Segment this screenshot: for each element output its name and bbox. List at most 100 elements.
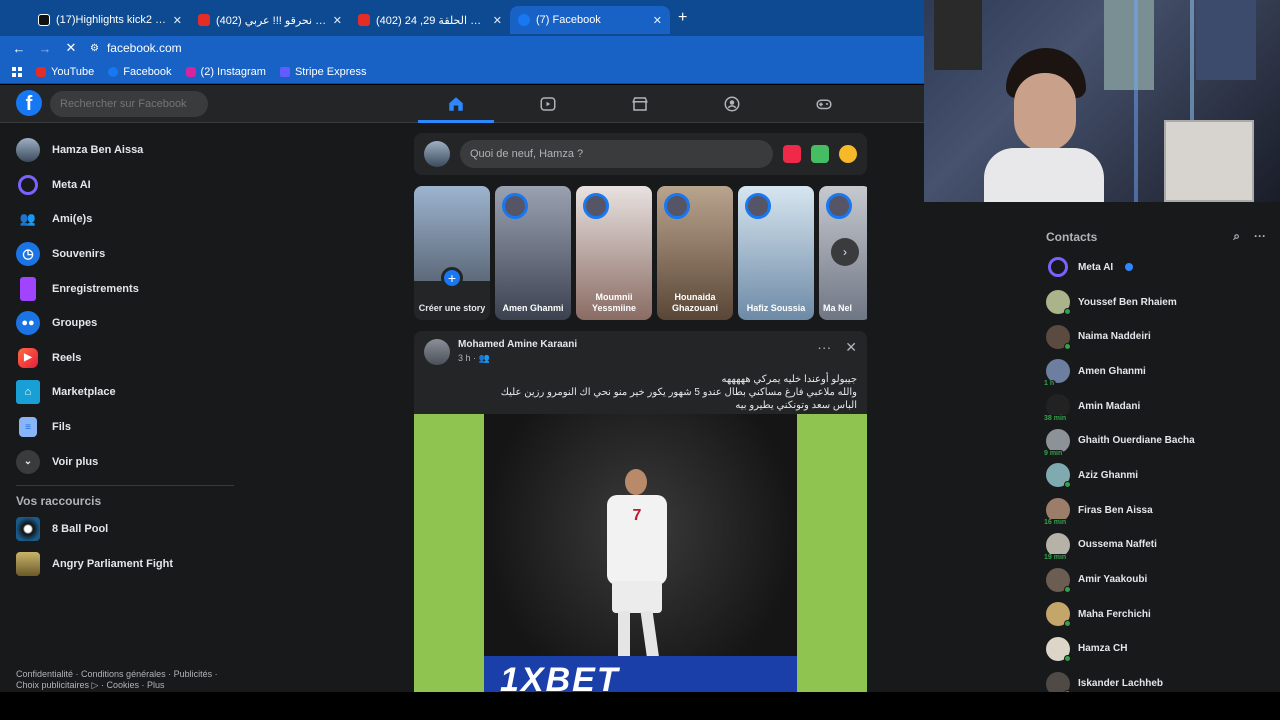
- search-input[interactable]: [60, 98, 200, 110]
- footer-links[interactable]: Confidentialité · Conditions générales ·…: [16, 669, 226, 691]
- player-number: 7: [632, 507, 642, 524]
- sidebar-item-reels[interactable]: ▶ Reels: [10, 341, 240, 376]
- close-icon[interactable]: ✕: [845, 339, 857, 356]
- contact-item[interactable]: Aziz Ghanmi: [1046, 458, 1276, 493]
- contact-item[interactable]: Naima Naddeiri: [1046, 319, 1276, 354]
- contact-item[interactable]: 9 min Ghaith Ouerdiane Bacha: [1042, 423, 1276, 458]
- avatar: [1046, 602, 1071, 628]
- contact-item[interactable]: 19 min Oussema Naffeti: [1042, 528, 1276, 563]
- browser-tab-3[interactable]: (402) عندي منقلك الحلقة 29, 24 ✕: [350, 6, 510, 34]
- post-author[interactable]: Mohamed Amine Karaani: [458, 339, 577, 350]
- sidebar-item-friends[interactable]: 👥 Ami(e)s: [10, 202, 240, 237]
- contact-item[interactable]: 1 h Amen Ghanmi: [1042, 354, 1276, 389]
- story-card[interactable]: Hafiz Soussia: [738, 186, 814, 320]
- contact-item[interactable]: 38 min Amin Madani: [1042, 389, 1276, 424]
- story-name: Hounaida Ghazouani: [671, 292, 718, 313]
- avatar: [1046, 324, 1071, 350]
- video-icon: [540, 97, 556, 111]
- sidebar-item-saved[interactable]: Enregistrements: [10, 271, 240, 306]
- contact-item[interactable]: Hamza CH: [1046, 632, 1276, 667]
- meta-ai-icon: [18, 174, 38, 195]
- shortcut-angry-parliament[interactable]: Angry Parliament Fight: [10, 547, 240, 582]
- contact-name: Iskander Lachheb: [1078, 678, 1164, 690]
- contact-item[interactable]: 16 min Firas Ben Aissa: [1042, 493, 1276, 528]
- sidebar-item-meta-ai[interactable]: Meta AI: [10, 168, 240, 203]
- video-tab[interactable]: [502, 85, 594, 123]
- avatar: 16 min: [1042, 498, 1070, 527]
- search-box[interactable]: [50, 91, 208, 117]
- contacts-title: Contacts: [1046, 229, 1098, 244]
- contact-item[interactable]: Amir Yaakoubi: [1046, 562, 1276, 597]
- streamer-hoodie: [984, 148, 1104, 202]
- story-card[interactable]: Hounaida Ghazouani: [657, 186, 733, 320]
- photo-icon[interactable]: [811, 145, 829, 163]
- contact-item[interactable]: Meta AI: [1046, 250, 1276, 285]
- groups-tab[interactable]: [686, 85, 778, 123]
- bookmark-label: Facebook: [123, 65, 172, 78]
- sidebar-item-groups[interactable]: ●● Groupes: [10, 306, 240, 341]
- contact-item[interactable]: Maha Ferchichi: [1046, 597, 1276, 632]
- url-field[interactable]: ⚙ facebook.com: [90, 41, 182, 55]
- bookmark-instagram[interactable]: (2) Instagram: [185, 66, 266, 78]
- reload-icon[interactable]: ✕: [64, 40, 78, 56]
- apps-icon[interactable]: [12, 66, 22, 77]
- home-tab[interactable]: [410, 85, 502, 123]
- post-time-label: 3 h: [458, 353, 471, 363]
- post-text-line: والله ملاعبي فارغ مساكني بطال عندو 5 شهو…: [500, 387, 857, 398]
- story-card[interactable]: Amen Ghanmi: [495, 186, 571, 320]
- close-icon[interactable]: ✕: [333, 14, 342, 27]
- sidebar-item-profile[interactable]: Hamza Ben Aissa: [10, 133, 240, 168]
- sidebar-item-feeds[interactable]: ≡ Fils: [10, 410, 240, 445]
- live-video-icon[interactable]: [783, 145, 801, 163]
- more-options-icon[interactable]: ···: [817, 339, 831, 356]
- story-card[interactable]: Moumnii Yessmiine: [576, 186, 652, 320]
- avatar: [1046, 567, 1071, 593]
- bookmark-facebook[interactable]: Facebook: [108, 65, 172, 78]
- marketplace-tab[interactable]: [594, 85, 686, 123]
- browser-tab-4[interactable]: (7) Facebook ✕: [510, 6, 670, 34]
- back-icon[interactable]: ←: [12, 41, 26, 56]
- site-info-icon[interactable]: ⚙: [90, 43, 99, 54]
- online-status-icon: [1064, 481, 1071, 489]
- story-name: Hafiz Soussia: [746, 303, 806, 313]
- close-icon[interactable]: ✕: [493, 14, 502, 27]
- online-status-icon: [1064, 654, 1071, 662]
- composer-input[interactable]: Quoi de neuf, Hamza ?: [460, 140, 773, 168]
- wall-poster: [1196, 0, 1256, 80]
- new-tab-icon[interactable]: +: [678, 9, 687, 27]
- browser-tab-bar: (17)Highlights kick2 (@highligh ✕ (402) …: [0, 0, 924, 36]
- post-media[interactable]: 7 1XBET: [414, 414, 867, 701]
- facebook-top-nav: f: [0, 85, 924, 123]
- bookmark-label: YouTube: [51, 65, 95, 78]
- chevron-right-icon[interactable]: ›: [831, 238, 859, 266]
- avatar[interactable]: [424, 339, 450, 365]
- browser-tab-2[interactable]: (402) أنا و أختي نحبو نحرقو !!! عربي ✕: [190, 6, 350, 34]
- sidebar-item-marketplace[interactable]: ⌂ Marketplace: [10, 375, 240, 410]
- last-active-badge: 19 min: [1042, 553, 1069, 561]
- close-icon[interactable]: ✕: [653, 14, 662, 27]
- gaming-tab[interactable]: [778, 85, 870, 123]
- emoji-icon[interactable]: [839, 145, 857, 163]
- close-icon[interactable]: ✕: [173, 14, 182, 27]
- create-story-card[interactable]: + Créer une story: [414, 186, 490, 320]
- shortcut-label: Angry Parliament Fight: [52, 557, 174, 570]
- avatar[interactable]: [424, 141, 450, 167]
- sidebar-item-see-more[interactable]: ⌄ Voir plus: [10, 444, 240, 479]
- more-options-icon[interactable]: ···: [1254, 229, 1266, 244]
- sidebar-item-memories[interactable]: ◷ Souvenirs: [10, 237, 240, 272]
- contact-item[interactable]: Youssef Ben Rhaiem: [1046, 285, 1276, 320]
- groups-icon: ●●: [16, 311, 40, 336]
- bookmark-stripe[interactable]: Stripe Express: [279, 66, 367, 78]
- marketplace-icon: [632, 97, 648, 111]
- shortcut-8-ball-pool[interactable]: 8 Ball Pool: [10, 512, 240, 547]
- search-icon[interactable]: ⌕: [1233, 229, 1240, 244]
- bookmark-youtube[interactable]: YouTube: [36, 66, 94, 78]
- sidebar-item-label: Souvenirs: [52, 248, 106, 261]
- football-player-photo: 7 1XBET: [484, 414, 797, 701]
- browser-tab-1[interactable]: (17)Highlights kick2 (@highligh ✕: [30, 6, 190, 34]
- facebook-logo-icon[interactable]: f: [16, 90, 42, 116]
- forward-icon[interactable]: →: [38, 41, 52, 56]
- tiktok-icon: [38, 14, 50, 26]
- contact-name: Naima Naddeiri: [1078, 331, 1151, 343]
- tab-title: (402) أنا و أختي نحبو نحرقو !!! عربي: [216, 14, 327, 27]
